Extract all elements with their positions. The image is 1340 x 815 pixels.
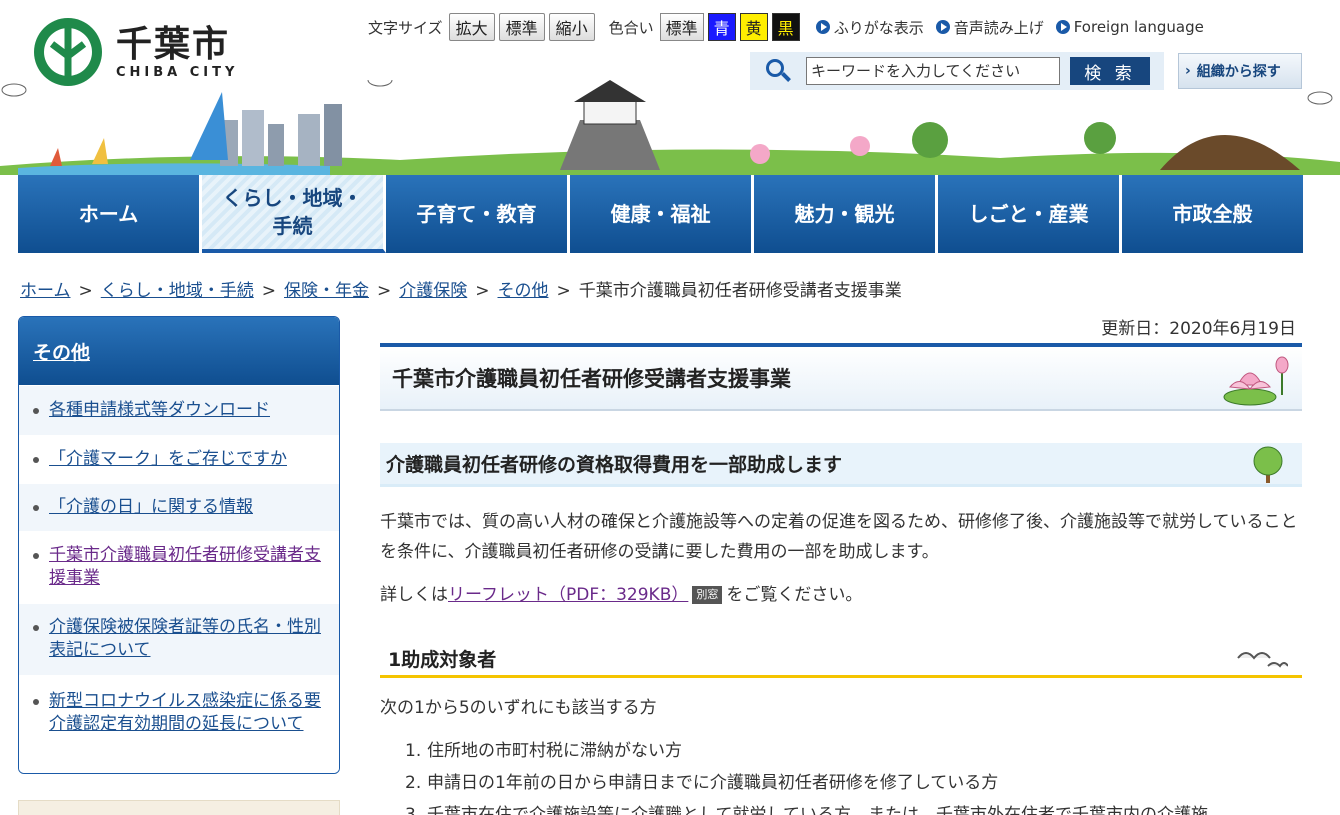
- furigana-link[interactable]: ふりがな表示: [815, 17, 924, 38]
- sidebar-item-care-day: 「介護の日」に関する情報: [19, 483, 339, 531]
- color-standard-button[interactable]: 標準: [659, 13, 704, 41]
- sidebar-item-link[interactable]: 各種申請様式等ダウンロード: [49, 399, 270, 422]
- tree-icon: [1253, 446, 1283, 483]
- breadcrumb-living[interactable]: くらし・地域・手続: [101, 281, 254, 301]
- logo-japanese-text: 千葉市: [116, 23, 231, 65]
- sidebar-item-link[interactable]: 介護保険被保険者証等の氏名・性別表記について: [49, 616, 327, 675]
- color-blue-button[interactable]: 青: [707, 13, 736, 41]
- leaflet-paragraph: 詳しくはリーフレット（PDF：329KB） 別窓 をご覧ください。: [380, 580, 1302, 610]
- leaflet-pdf-link[interactable]: リーフレット（PDF：329KB）: [448, 585, 688, 605]
- condition-text: 千葉市在住で介護施設等に介護職として就労している方、または、千葉市外在住者で千葉…: [427, 805, 1208, 815]
- sidebar-item-link[interactable]: 千葉市介護職員初任者研修受講者支援事業: [49, 544, 327, 603]
- title-box: 千葉市介護職員初任者研修受講者支援事業: [380, 343, 1302, 411]
- condition-text: 住所地の市町村税に滞納がない方: [427, 741, 682, 761]
- read-aloud-link-label: 音声読み上げ: [953, 18, 1044, 37]
- org-search-label: 組織から探す: [1196, 64, 1281, 80]
- arrow-circle-icon: [1055, 20, 1070, 34]
- breadcrumb-other[interactable]: その他: [498, 281, 549, 301]
- new-window-icon: 別窓: [692, 586, 723, 604]
- bullet-icon: [33, 456, 39, 463]
- sidebar-item-care-mark: 「介護マーク」をご存じですか: [19, 435, 339, 483]
- breadcrumb-separator: >: [377, 281, 392, 301]
- sidebar-item-link[interactable]: 「介護の日」に関する情報: [49, 496, 253, 519]
- list-item: 3. 千葉市在住で介護施設等に介護職として就労している方、または、千葉市外在住者で…: [405, 799, 1302, 815]
- nav-living[interactable]: くらし・地域・ 手続: [202, 175, 386, 253]
- search-icon: [764, 57, 792, 85]
- breadcrumb-separator: >: [261, 281, 276, 301]
- text-size-standard-button[interactable]: 標準: [498, 13, 545, 41]
- breadcrumb: ホーム > くらし・地域・手続 > 保険・年金 > 介護保険 > その他 > 千葉市介護職員初任者研…: [20, 276, 902, 301]
- foreign-language-link-label: Foreign language: [1073, 18, 1204, 36]
- arrow-circle-icon: [815, 20, 830, 34]
- foreign-language-link[interactable]: Foreign language: [1055, 18, 1204, 36]
- search-input[interactable]: [806, 57, 1060, 85]
- site-search: 検 索: [750, 52, 1164, 90]
- site-logo[interactable]: 千葉市 CHIBA CITY: [32, 16, 252, 88]
- utility-bar: 文字サイズ 拡大 標準 縮小 色合い 標準 青 黄 黒 ふりがな表示 音声読み上…: [368, 12, 1204, 42]
- breadcrumb-current: 千葉市介護職員初任者研修受講者支援事業: [578, 281, 902, 301]
- breadcrumb-insurance-pension[interactable]: 保険・年金: [284, 281, 369, 301]
- color-yellow-button[interactable]: 黄: [739, 13, 768, 41]
- sidebar: その他 各種申請様式等ダウンロード 「介護マーク」をご存じですか 「介護の日」に…: [18, 316, 340, 774]
- birds-icon: [1237, 652, 1288, 668]
- sidebar-item-covid-extension: 新型コロナウイルス感染症に係る要介護認定有効期間の延長について: [19, 675, 339, 773]
- text-size-label: 文字サイズ: [368, 18, 443, 37]
- color-black-button[interactable]: 黒: [771, 13, 800, 41]
- condition-text: 申請日の1年前の日から申請日までに介護職員初任者研修を修了している方: [427, 773, 999, 793]
- list-item: 1. 住所地の市町村税に滞納がない方: [405, 735, 1302, 767]
- site-header: 千葉市 CHIBA CITY 文字サイズ 拡大 標準 縮小 色合い 標準 青 黄…: [0, 0, 1340, 175]
- org-search-button[interactable]: › 組織から探す: [1178, 53, 1302, 89]
- bullet-icon: [33, 625, 39, 631]
- sidebar-item-link[interactable]: 「介護マーク」をご存じですか: [49, 448, 287, 471]
- target-intro-paragraph: 次の1から5のいずれにも該当する方: [380, 698, 657, 718]
- breadcrumb-separator: >: [556, 281, 571, 301]
- section-heading-box: 介護職員初任者研修の資格取得費用を一部助成します: [380, 443, 1302, 487]
- color-scheme-label: 色合い: [608, 18, 654, 37]
- arrow-circle-icon: [935, 20, 950, 34]
- breadcrumb-separator: >: [78, 281, 93, 301]
- text-size-reduce-button[interactable]: 縮小: [548, 13, 595, 41]
- text-size-enlarge-button[interactable]: 拡大: [448, 13, 495, 41]
- furigana-link-label: ふりがな表示: [833, 18, 924, 37]
- nav-health-welfare[interactable]: 健康・福祉: [570, 175, 754, 253]
- breadcrumb-home[interactable]: ホーム: [20, 281, 71, 301]
- bullet-icon: [33, 504, 39, 511]
- city-emblem-icon: [34, 18, 102, 86]
- leaflet-prefix: 詳しくは: [380, 585, 448, 605]
- sidebar-header: その他: [19, 317, 339, 385]
- sidebar-item-name-gender-notation: 介護保険被保険者証等の氏名・性別表記について: [19, 603, 339, 675]
- page-title: 千葉市介護職員初任者研修受講者支援事業: [392, 367, 791, 391]
- sidebar-title-link[interactable]: その他: [33, 338, 90, 365]
- leaflet-suffix: をご覧ください。: [726, 585, 863, 605]
- nav-childcare-education[interactable]: 子育て・教育: [386, 175, 570, 253]
- bullet-icon: [33, 699, 39, 705]
- nav-business[interactable]: しごと・産業: [938, 175, 1122, 253]
- nav-home[interactable]: ホーム: [18, 175, 202, 253]
- sidebar-list: 各種申請様式等ダウンロード 「介護マーク」をご存じですか 「介護の日」に関する情…: [19, 385, 339, 773]
- intro-paragraph: 千葉市では、質の高い人材の確保と介護施設等への定着の促進を図るため、研修修了後、…: [380, 512, 1298, 562]
- bullet-icon: [33, 553, 39, 559]
- nav-tourism[interactable]: 魅力・観光: [754, 175, 938, 253]
- lotus-icon: [1223, 356, 1289, 406]
- sidebar-item-link[interactable]: 新型コロナウイルス感染症に係る要介護認定有効期間の延長について: [49, 690, 327, 773]
- list-item: 2. 申請日の1年前の日から申請日までに介護職員初任者研修を修了している方: [405, 767, 1302, 799]
- chevron-right-icon: ›: [1185, 63, 1191, 79]
- breadcrumb-care-insurance[interactable]: 介護保険: [399, 281, 467, 301]
- bullet-icon: [33, 407, 39, 414]
- breadcrumb-separator: >: [475, 281, 490, 301]
- updated-date: 更新日：2020年6月19日: [1101, 319, 1296, 339]
- header-illustration: [0, 80, 1340, 175]
- read-aloud-link[interactable]: 音声読み上げ: [935, 17, 1044, 38]
- subsection-heading-box: 1助成対象者: [380, 642, 1302, 678]
- subsection-heading: 1助成対象者: [388, 649, 497, 671]
- nav-city-government[interactable]: 市政全般: [1122, 175, 1303, 253]
- sidebar-item-forms-download: 各種申請様式等ダウンロード: [19, 385, 339, 435]
- conditions-list: 1. 住所地の市町村税に滞納がない方 2. 申請日の1年前の日から申請日までに介護職…: [405, 735, 1302, 815]
- search-button[interactable]: 検 索: [1070, 57, 1150, 85]
- sidebar-item-training-support: 千葉市介護職員初任者研修受講者支援事業: [19, 531, 339, 603]
- global-nav: ホーム くらし・地域・ 手続 子育て・教育 健康・福祉 魅力・観光 しごと・産業…: [18, 175, 1303, 253]
- sidebar-next-box: [18, 800, 340, 815]
- logo-english-text: CHIBA CITY: [116, 64, 239, 80]
- section-heading: 介護職員初任者研修の資格取得費用を一部助成します: [386, 454, 843, 476]
